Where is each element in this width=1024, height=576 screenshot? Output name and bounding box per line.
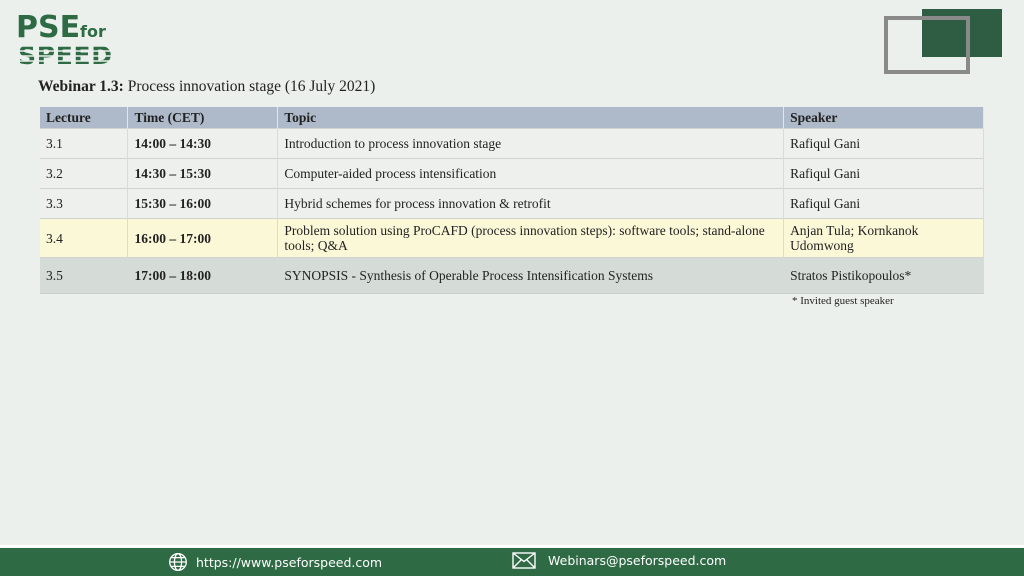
lecture-number: 3.4 xyxy=(40,218,129,258)
pse-for-speed-logo: PSE for SPEED xyxy=(16,10,116,68)
lecture-time: 15:30 – 16:00 xyxy=(127,188,279,219)
lecture-time: 17:00 – 18:00 xyxy=(127,257,279,294)
lecture-time: 16:00 – 17:00 xyxy=(127,218,279,258)
table-row-highlighted: 3.4 16:00 – 17:00 Problem solution using… xyxy=(40,218,984,258)
webinar-title: Process innovation stage (16 July 2021) xyxy=(127,78,376,95)
logo-pse-text: PSE xyxy=(16,10,80,45)
lecture-speaker: Rafiqul Gani xyxy=(783,128,984,159)
lecture-topic: SYNOPSIS - Synthesis of Operable Process… xyxy=(277,257,785,294)
lecture-speaker: Rafiqul Gani xyxy=(783,188,984,219)
lecture-topic: Hybrid schemes for process innovation & … xyxy=(277,188,785,219)
table-row: 3.2 14:30 – 15:30 Computer-aided process… xyxy=(40,158,984,189)
lecture-number: 3.5 xyxy=(40,257,129,294)
lecture-topic: Introduction to process innovation stage xyxy=(277,128,785,159)
lecture-speaker: Rafiqul Gani xyxy=(783,158,984,189)
column-header-topic: Topic xyxy=(277,107,785,129)
grey-frame xyxy=(884,16,970,74)
column-header-speaker: Speaker xyxy=(783,107,984,129)
column-header-lecture: Lecture xyxy=(40,107,129,129)
footer-bar: https://www.pseforspeed.com Webinars@pse… xyxy=(0,545,1024,576)
column-header-time: Time (CET) xyxy=(127,107,279,129)
lecture-speaker: Anjan Tula; Kornkanok Udomwong xyxy=(783,218,984,258)
table-row: 3.1 14:00 – 14:30 Introduction to proces… xyxy=(40,128,984,159)
table-header-row: Lecture Time (CET) Topic Speaker xyxy=(40,107,984,129)
logo-speed-text: SPEED xyxy=(18,41,112,68)
website-link[interactable]: https://www.pseforspeed.com xyxy=(196,555,382,570)
guest-speaker-note: * Invited guest speaker xyxy=(792,295,894,307)
email-contact[interactable]: Webinars@pseforspeed.com xyxy=(512,552,726,569)
globe-icon xyxy=(169,553,187,571)
lecture-time: 14:30 – 15:30 xyxy=(127,158,279,189)
page-title: Webinar 1.3: Process innovation stage (1… xyxy=(38,78,375,96)
logo-for-text: for xyxy=(80,22,106,41)
lecture-time: 14:00 – 14:30 xyxy=(127,128,279,159)
table-row-synopsis: 3.5 17:00 – 18:00 SYNOPSIS - Synthesis o… xyxy=(40,257,984,294)
table-row: 3.3 15:30 – 16:00 Hybrid schemes for pro… xyxy=(40,188,984,219)
email-link[interactable]: Webinars@pseforspeed.com xyxy=(548,553,726,568)
lecture-number: 3.1 xyxy=(40,128,129,159)
lecture-topic: Problem solution using ProCAFD (process … xyxy=(277,218,785,258)
lecture-speaker: Stratos Pistikopoulos* xyxy=(783,257,984,294)
mail-icon xyxy=(512,552,536,569)
webinar-label: Webinar 1.3: xyxy=(38,78,124,95)
website-contact[interactable]: https://www.pseforspeed.com xyxy=(168,552,382,572)
lecture-number: 3.3 xyxy=(40,188,129,219)
schedule-table: Lecture Time (CET) Topic Speaker 3.1 14:… xyxy=(40,107,984,294)
corner-decoration xyxy=(884,0,1024,80)
lecture-topic: Computer-aided process intensification xyxy=(277,158,785,189)
lecture-number: 3.2 xyxy=(40,158,129,189)
